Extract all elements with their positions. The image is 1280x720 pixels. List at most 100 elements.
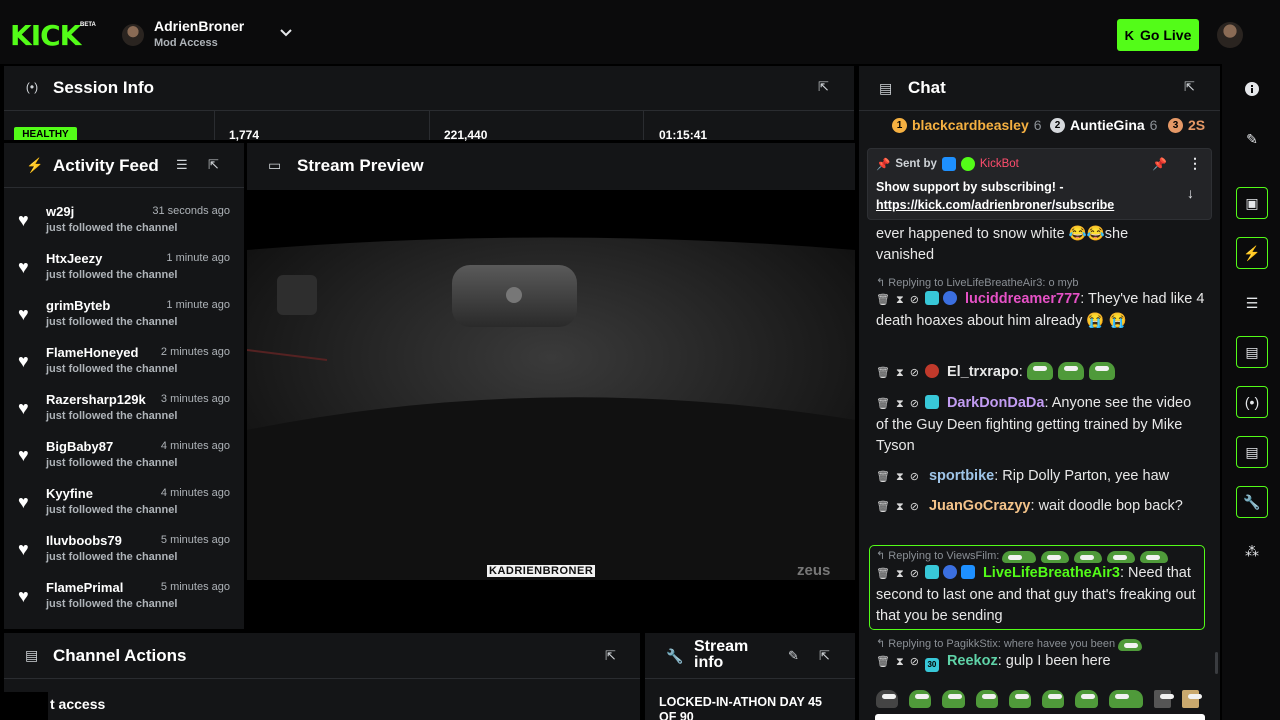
emote-icon[interactable] (1181, 690, 1203, 708)
heart-icon: ♥ (18, 398, 29, 418)
info-icon[interactable] (1236, 73, 1268, 105)
channel-actions-popout-icon[interactable]: ⇱ (605, 648, 616, 664)
expand-arrow-icon[interactable]: ↓ (1187, 185, 1194, 201)
emote-icon[interactable] (942, 690, 965, 708)
subscribe-link[interactable]: https://kick.com/adrienbroner/subscribe (876, 198, 1114, 212)
delete-icon[interactable]: 🗑 (876, 294, 890, 306)
emote-icon[interactable] (1008, 690, 1032, 708)
feed-username[interactable]: FlamePrimal (46, 580, 123, 595)
emote-icon (1041, 551, 1070, 563)
emote-icon[interactable] (876, 690, 899, 708)
feed-username[interactable]: FlameHoneyed (46, 345, 138, 360)
stream-info-popout-icon[interactable]: ⇱ (819, 648, 830, 664)
emote-icon[interactable] (1042, 690, 1065, 708)
emote-icon[interactable] (1075, 690, 1098, 708)
chat-input[interactable] (875, 714, 1205, 720)
heart-icon: ♥ (18, 492, 29, 512)
feed-username[interactable]: Iluvboobs79 (46, 533, 122, 548)
user-avatar[interactable] (1217, 22, 1243, 48)
message-text: ever happened to snow white 😂😂she vanish… (876, 226, 1129, 263)
ban-icon[interactable]: ⊘ (910, 471, 919, 483)
chat-message: 🗑 ⧗ ⊘ JuanGoCrazyy: wait doodle bop back? (876, 498, 1183, 514)
delete-icon[interactable]: 🗑 (876, 367, 890, 379)
emote-icon[interactable] (1108, 690, 1143, 708)
reply-context[interactable]: ↰ Replying to ViewsFilm: (876, 549, 1173, 563)
ban-icon[interactable]: ⊘ (910, 398, 919, 410)
feed-username[interactable]: BigBaby87 (46, 439, 113, 454)
chat-username[interactable]: Reekoz (947, 653, 998, 669)
actions-icon: ▤ (25, 647, 39, 663)
pinned-sender-name[interactable]: KickBot (980, 158, 1019, 170)
delete-icon[interactable]: 🗑 (876, 398, 890, 410)
chat-username[interactable]: luciddreamer777 (965, 291, 1080, 307)
kick-logo[interactable]: KICK (10, 22, 81, 50)
timeout-icon[interactable]: ⧗ (896, 367, 904, 379)
session-info-popout-icon[interactable]: ⇱ (818, 79, 829, 95)
feed-username[interactable]: Kyyfine (46, 486, 93, 501)
top-gifter-1[interactable]: 1 blackcardbeasley 6 (892, 117, 1042, 133)
channel-switcher-chevron-icon[interactable] (278, 24, 294, 45)
timeout-icon[interactable]: ⧗ (896, 568, 904, 580)
channel-action-label[interactable]: t access (50, 696, 105, 712)
delete-icon[interactable]: 🗑 (876, 568, 890, 580)
chat-username[interactable]: LiveLifeBreatheAir3 (983, 565, 1120, 581)
edit-icon[interactable]: ✎ (1236, 123, 1268, 155)
feed-action: just followed the channel (46, 222, 178, 234)
go-live-button[interactable]: K Go Live (1117, 19, 1199, 51)
heart-icon: ♥ (18, 586, 29, 606)
heart-icon: ♥ (18, 210, 29, 230)
stream-preview-video[interactable]: KADRIENBRONER zeus (247, 190, 855, 580)
delete-icon[interactable]: 🗑 (876, 471, 890, 483)
chat-popout-icon[interactable]: ⇱ (1184, 79, 1195, 95)
share-icon[interactable]: ⁂ (1236, 535, 1268, 567)
chat-username[interactable]: DarkDonDaDa (947, 395, 1045, 411)
ban-icon[interactable]: ⊘ (910, 501, 919, 513)
feed-username[interactable]: HtxJeezy (46, 251, 102, 266)
feed-time: 3 minutes ago (160, 393, 230, 405)
stream-info-toggle-icon[interactable]: 🔧 (1236, 486, 1268, 518)
delete-icon[interactable]: 🗑 (876, 656, 890, 668)
timeout-icon[interactable]: ⧗ (896, 471, 904, 483)
emote-icon[interactable] (975, 690, 998, 708)
session-uptime: 01:15:41 (659, 128, 708, 142)
feed-item: ♥ HtxJeezy 1 minute ago just followed the c… (18, 251, 232, 293)
bot-badge-icon (960, 565, 975, 579)
chat-username[interactable]: El_trxrapo (947, 364, 1019, 380)
stream-title-text: LOCKED-IN-ATHON DAY 45 OF 90 (659, 695, 849, 720)
activity-feed-popout-icon[interactable]: ⇱ (208, 157, 219, 173)
feed-action: just followed the channel (46, 457, 178, 469)
feed-username[interactable]: grimByteb (46, 298, 110, 313)
chat-username[interactable]: JuanGoCrazyy (929, 498, 1031, 514)
timeout-icon[interactable]: ⧗ (896, 501, 904, 513)
ban-icon[interactable]: ⊘ (910, 294, 919, 306)
ban-icon[interactable]: ⊘ (910, 656, 919, 668)
emote-icon[interactable] (909, 690, 932, 708)
feed-username[interactable]: Razersharp129k (46, 392, 146, 407)
activity-feed-toggle-icon[interactable]: ⚡ (1236, 237, 1268, 269)
chat-toggle-icon[interactable]: ▤ (1236, 336, 1268, 368)
stream-preview-toggle-icon[interactable]: ▣ (1236, 187, 1268, 219)
ban-icon[interactable]: ⊘ (910, 568, 919, 580)
top-gifter-2[interactable]: 2 AuntieGina 6 (1050, 117, 1157, 133)
delete-icon[interactable]: 🗑 (876, 501, 890, 513)
pinned-sender-row: 📌 Sent by KickBot (876, 157, 1019, 171)
unpin-icon[interactable]: 📌 (1152, 157, 1167, 171)
channel-actions-toggle-icon[interactable]: ▤ (1236, 436, 1268, 468)
feed-username[interactable]: w29j (46, 204, 74, 219)
top-gifter-3[interactable]: 3 2S (1168, 117, 1205, 133)
timeout-icon[interactable]: ⧗ (896, 398, 904, 410)
session-info-toggle-icon[interactable]: (•) (1236, 386, 1268, 418)
reply-context[interactable]: ↰ Replying to PagikkStix: where havee yo… (876, 637, 1147, 651)
chat-username[interactable]: sportbike (929, 468, 994, 484)
chat-message: 🗑 ⧗ ⊘ El_trxrapo: (876, 362, 1206, 384)
filter-icon[interactable]: ☰ (176, 157, 188, 173)
chat-scrollbar[interactable] (1215, 652, 1218, 674)
list-icon[interactable]: ☰ (1236, 287, 1268, 319)
reply-context[interactable]: ↰ Replying to LiveLifeBreatheAir3: o myb (876, 276, 1078, 289)
ban-icon[interactable]: ⊘ (910, 367, 919, 379)
timeout-icon[interactable]: ⧗ (896, 294, 904, 306)
emote-icon[interactable] (1153, 690, 1174, 708)
more-options-icon[interactable]: ⋮ (1188, 155, 1202, 172)
timeout-icon[interactable]: ⧗ (896, 656, 904, 668)
edit-pencil-icon[interactable]: ✎ (788, 648, 799, 664)
